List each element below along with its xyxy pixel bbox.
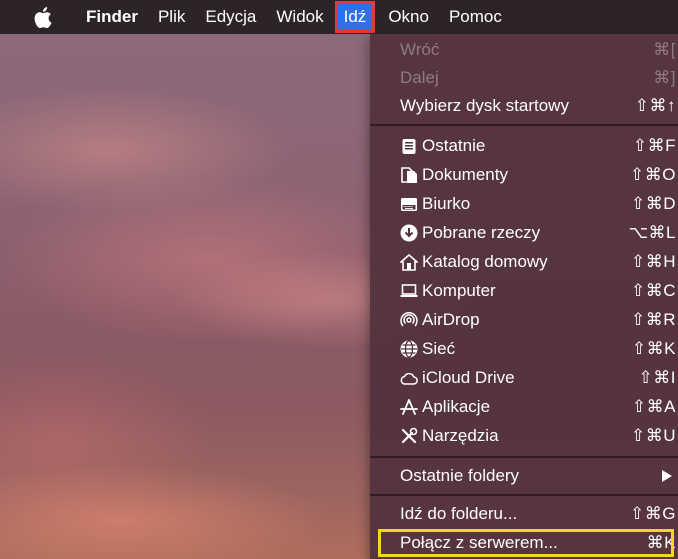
utilities-icon bbox=[400, 427, 418, 445]
applications-icon bbox=[400, 398, 418, 416]
menu-item-shortcut: ⇧⌘A bbox=[631, 397, 676, 416]
menu-item-shortcut: ⇧⌘H bbox=[630, 252, 676, 271]
menu-separator bbox=[370, 124, 678, 126]
menu-item-utilities[interactable]: Narzędzia ⇧⌘U bbox=[370, 422, 678, 450]
menu-edit[interactable]: Edycja bbox=[195, 2, 266, 32]
menu-item-recent-folders[interactable]: Ostatnie foldery bbox=[370, 462, 678, 490]
airdrop-icon bbox=[400, 311, 418, 329]
menu-item-shortcut: ⇧⌘U bbox=[630, 426, 676, 445]
menu-item-label: Dokumenty bbox=[422, 165, 508, 184]
menu-item-shortcut: ⇧⌘D bbox=[630, 194, 676, 213]
menu-item-label: Idź do folderu... bbox=[400, 504, 518, 523]
menu-view[interactable]: Widok bbox=[266, 2, 333, 32]
menu-item-label: Ostatnie bbox=[422, 136, 486, 155]
menu-item-label: Aplikacje bbox=[422, 397, 491, 416]
menu-item-label: Ostatnie foldery bbox=[400, 466, 520, 485]
menu-item-label: iCloud Drive bbox=[422, 368, 515, 387]
menu-item-go-to-folder[interactable]: Idź do folderu... ⇧⌘G bbox=[370, 500, 678, 528]
menu-item-recents[interactable]: Ostatnie ⇧⌘F bbox=[370, 132, 678, 160]
menu-item-shortcut: ⇧⌘G bbox=[630, 504, 676, 523]
menu-item-shortcut: ⇧⌘I bbox=[638, 368, 676, 387]
menu-item-label: Katalog domowy bbox=[422, 252, 548, 271]
computer-icon bbox=[400, 282, 418, 300]
connect-to-server-highlight bbox=[378, 529, 674, 557]
menu-separator bbox=[370, 456, 678, 458]
menu-item-shortcut: ⇧⌘K bbox=[631, 339, 676, 358]
menu-item-desktop[interactable]: Biurko ⇧⌘D bbox=[370, 190, 678, 218]
menu-item-shortcut: ⇧⌘C bbox=[630, 281, 676, 300]
downloads-icon bbox=[400, 224, 418, 242]
menu-bar: Finder Plik Edycja Widok Idź Okno Pomoc bbox=[0, 0, 678, 34]
menu-item-label: Wybierz dysk startowy bbox=[400, 96, 569, 115]
recents-icon bbox=[400, 137, 418, 155]
menu-item-documents[interactable]: Dokumenty ⇧⌘O bbox=[370, 161, 678, 189]
menu-item-home[interactable]: Katalog domowy ⇧⌘H bbox=[370, 248, 678, 276]
menu-item-label: Dalej bbox=[400, 68, 439, 87]
menu-item-applications[interactable]: Aplikacje ⇧⌘A bbox=[370, 393, 678, 421]
menu-item-label: Pobrane rzeczy bbox=[422, 223, 541, 242]
menu-item-shortcut: ⇧⌘↑ bbox=[634, 96, 676, 115]
menu-item-shortcut: ⇧⌘R bbox=[630, 310, 676, 329]
menu-item-shortcut: ⌘] bbox=[653, 68, 676, 87]
menu-finder[interactable]: Finder bbox=[76, 2, 148, 32]
menu-item-label: Narzędzia bbox=[422, 426, 499, 445]
network-icon bbox=[400, 340, 418, 358]
home-icon bbox=[400, 253, 418, 271]
menu-item-computer[interactable]: Komputer ⇧⌘C bbox=[370, 277, 678, 305]
documents-icon bbox=[400, 166, 418, 184]
menu-window[interactable]: Okno bbox=[378, 2, 439, 32]
menu-item-shortcut: ⌥⌘L bbox=[628, 223, 676, 242]
desktop-icon bbox=[400, 195, 418, 213]
menu-item-label: AirDrop bbox=[422, 310, 480, 329]
menu-go[interactable]: Idź bbox=[334, 1, 376, 33]
icloud-icon bbox=[400, 369, 418, 387]
menu-item-label: Sieć bbox=[422, 339, 456, 358]
go-menu-dropdown: Wróć ⌘[ Dalej ⌘] Wybierz dysk startowy ⇧… bbox=[370, 34, 678, 559]
menu-item-label: Komputer bbox=[422, 281, 496, 300]
apple-menu-icon[interactable] bbox=[34, 6, 52, 28]
menu-item-label: Wróć bbox=[400, 40, 440, 59]
menu-item-startup-disk[interactable]: Wybierz dysk startowy ⇧⌘↑ bbox=[370, 92, 678, 120]
menu-item-shortcut: ⌘[ bbox=[653, 40, 676, 59]
menu-separator bbox=[370, 494, 678, 496]
menu-item-back: Wróć ⌘[ bbox=[370, 36, 678, 64]
menu-item-network[interactable]: Sieć ⇧⌘K bbox=[370, 335, 678, 363]
menu-item-forward: Dalej ⌘] bbox=[370, 64, 678, 92]
menu-item-icloud-drive[interactable]: iCloud Drive ⇧⌘I bbox=[370, 364, 678, 392]
menu-item-label: Biurko bbox=[422, 194, 471, 213]
menu-item-shortcut: ⇧⌘F bbox=[632, 136, 676, 155]
menu-item-downloads[interactable]: Pobrane rzeczy ⌥⌘L bbox=[370, 219, 678, 247]
menu-file[interactable]: Plik bbox=[148, 2, 195, 32]
menu-help[interactable]: Pomoc bbox=[439, 2, 512, 32]
menu-item-shortcut: ⇧⌘O bbox=[630, 165, 676, 184]
menu-item-airdrop[interactable]: AirDrop ⇧⌘R bbox=[370, 306, 678, 334]
submenu-arrow-icon bbox=[662, 470, 672, 482]
